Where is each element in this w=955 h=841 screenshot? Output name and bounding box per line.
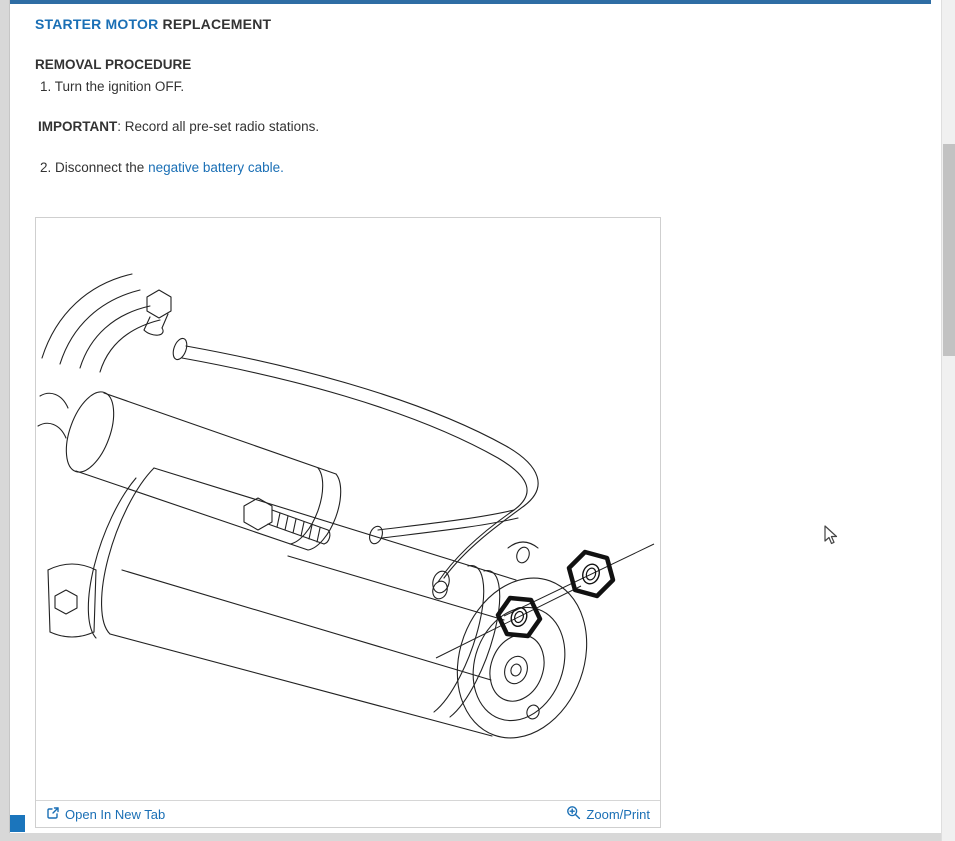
starter-motor-illustration <box>36 218 660 800</box>
page-title-rest: REPLACEMENT <box>158 16 271 32</box>
step-2-prefix: 2. Disconnect the <box>40 160 148 175</box>
zoom-icon <box>566 805 581 823</box>
bottom-margin-strip <box>0 833 955 841</box>
vertical-scrollbar[interactable] <box>941 0 955 841</box>
negative-battery-cable-link[interactable]: negative battery cable. <box>148 160 284 175</box>
zoom-print-link[interactable]: Zoom/Print <box>566 805 650 823</box>
page-title-highlight: STARTER MOTOR <box>35 16 158 32</box>
scrollbar-thumb[interactable] <box>943 144 955 356</box>
figure-panel: Open In New Tab Zoom/Print <box>35 217 661 828</box>
step-1-text: 1. Turn the ignition OFF. <box>40 79 184 94</box>
section-heading: REMOVAL PROCEDURE <box>35 57 191 72</box>
article-page: STARTER MOTOR REPLACEMENT REMOVAL PROCED… <box>0 0 955 841</box>
important-note: IMPORTANT: Record all pre-set radio stat… <box>38 119 319 134</box>
top-accent-bar <box>10 0 931 4</box>
figure-footer: Open In New Tab Zoom/Print <box>36 800 660 827</box>
important-text: : Record all pre-set radio stations. <box>117 119 319 134</box>
mouse-cursor <box>824 525 840 550</box>
external-link-icon <box>46 806 60 823</box>
step-2-text: 2. Disconnect the negative battery cable… <box>40 160 284 175</box>
partial-blue-corner <box>10 815 25 832</box>
left-margin-strip <box>0 0 10 841</box>
open-in-new-tab-link[interactable]: Open In New Tab <box>46 806 165 823</box>
zoom-print-label: Zoom/Print <box>586 807 650 822</box>
important-label: IMPORTANT <box>38 119 117 134</box>
open-in-new-tab-label: Open In New Tab <box>65 807 165 822</box>
page-title: STARTER MOTOR REPLACEMENT <box>35 16 271 32</box>
